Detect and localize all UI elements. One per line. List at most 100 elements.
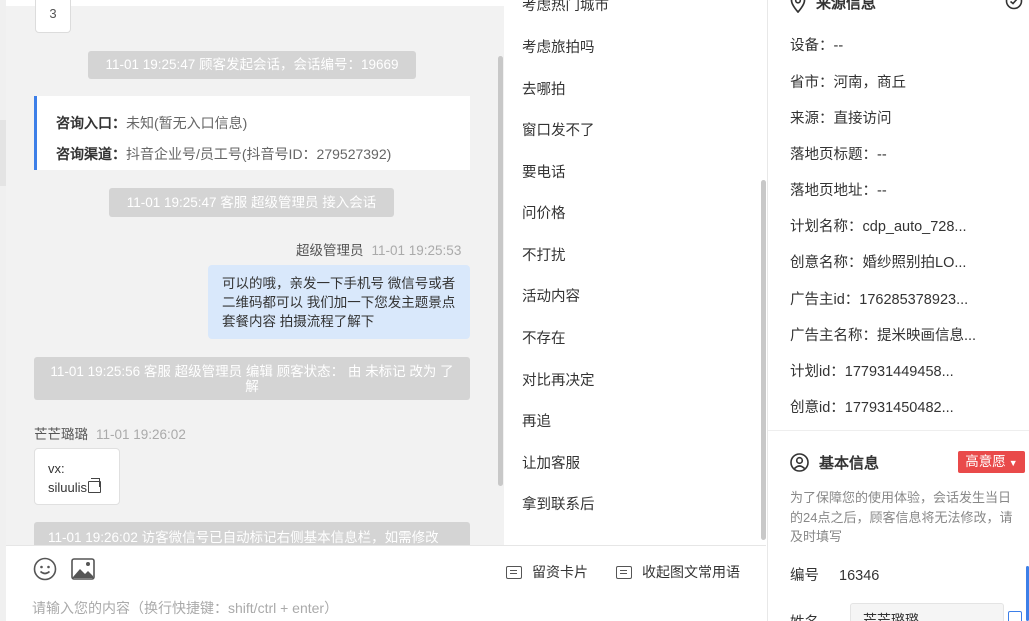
edit-deadline-notice: 为了保障您的使用体验，会话发生当日的24点之后，顾客信息将无法修改，请及时填写 (790, 490, 1013, 544)
source-row-label: 设备： (790, 38, 834, 54)
source-row-value: 提米映画信息... (877, 328, 977, 344)
customer-id-row: 编号 16346 (790, 564, 879, 585)
quick-reply-item[interactable]: 拿到联系后 (522, 493, 595, 514)
agent-sender-line: 超级管理员 11-01 19:25:53 (296, 239, 461, 259)
source-row-value: 直接访问 (833, 111, 892, 127)
unread-count-badge: 3 (35, 0, 71, 33)
customer-sender-line: 芒芒璐璐 11-01 19:26:02 (34, 423, 186, 443)
consult-channel-row: 咨询渠道：抖音企业号/员工号(抖音号ID：279527392) (56, 139, 470, 170)
source-info-title: 来源信息 (816, 0, 877, 12)
source-row-value: 婚纱照别拍LO... (862, 255, 967, 271)
source-row-label: 创意名称： (790, 255, 863, 271)
system-message: 11-01 19:25:47 客服 超级管理员 接入会话 (109, 188, 394, 217)
source-row: 落地页标题：-- (790, 143, 887, 164)
consult-channel-value: 抖音企业号/员工号(抖音号ID：279527392) (126, 146, 392, 162)
source-row: 计划id：177931449458... (790, 360, 954, 381)
source-row: 创意id：177931450482... (790, 396, 954, 417)
source-row: 省市：河南，商丘 (790, 71, 906, 92)
source-row-value: 177931450482... (844, 400, 954, 416)
agent-message-bubble: 可以的哦，亲发一下手机号 微信号或者二维码都可以 我们加一下您发主题景点 套餐内… (208, 265, 470, 339)
agent-message-time: 11-01 19:25:53 (371, 243, 462, 258)
user-icon (790, 453, 809, 472)
section-divider (768, 430, 1029, 431)
source-row-label: 创意id： (790, 400, 845, 416)
image-icon[interactable] (71, 558, 95, 583)
source-row: 设备：-- (790, 34, 843, 55)
source-row-label: 落地页地址： (790, 183, 877, 199)
source-row-value: -- (833, 38, 844, 54)
source-row-label: 省市： (790, 75, 834, 91)
copy-icon[interactable] (88, 478, 102, 493)
source-row-value: 177931449458... (844, 364, 954, 380)
quick-reply-scrollbar[interactable] (761, 180, 766, 540)
lead-card-label: 留资卡片 (532, 564, 588, 580)
message-card-icon (616, 565, 632, 579)
customer-wechat-id: siluulis (48, 480, 88, 495)
message-card-icon (506, 565, 522, 579)
quick-reply-item[interactable]: 问价格 (522, 202, 566, 223)
settings-icon[interactable] (1005, 0, 1023, 13)
consult-entry-label: 咨询入口： (56, 115, 126, 131)
source-row-label: 广告主名称： (790, 328, 877, 344)
customer-name-label: 姓名 (790, 611, 819, 621)
chat-scrollbar[interactable] (498, 56, 503, 486)
customer-message-line: siluulis (48, 478, 119, 497)
source-info-header: 来源信息 (790, 0, 876, 13)
collapse-phrases-button[interactable]: 收起图文常用语 (616, 562, 740, 582)
consult-entry-row: 咨询入口：未知(暂无入口信息) (56, 108, 470, 139)
copy-icon[interactable] (1008, 611, 1022, 621)
basic-info-title: 基本信息 (819, 455, 880, 472)
collapse-phrases-label: 收起图文常用语 (642, 564, 740, 580)
quick-reply-item[interactable]: 不打扰 (522, 244, 566, 265)
source-row-label: 来源： (790, 111, 834, 127)
source-row: 计划名称：cdp_auto_728... (790, 215, 967, 236)
system-message: 11-01 19:25:56 客服 超级管理员 编辑 顾客状态： 由 未标记 改… (34, 357, 470, 400)
source-row: 广告主id：176285378923... (790, 288, 968, 309)
quick-reply-item[interactable]: 不存在 (522, 327, 566, 348)
customer-message-time: 11-01 19:26:02 (96, 427, 186, 442)
location-pin-icon (790, 0, 806, 13)
source-row-label: 落地页标题： (790, 147, 877, 163)
chat-transcript[interactable]: 3 11-01 19:25:47 顾客发起会话，会话编号：19669 咨询入口：… (6, 0, 504, 545)
customer-info-panel: 来源信息 设备：-- 省市：河南，商丘 来源：直接访问 落地页标题：-- 落地页… (768, 0, 1029, 621)
source-row-value: cdp_auto_728... (862, 219, 967, 235)
consult-entry-value: 未知(暂无入口信息) (126, 115, 248, 131)
source-row-label: 计划id： (790, 364, 845, 380)
message-composer: 留资卡片 收起图文常用语 (6, 545, 766, 621)
quick-reply-item[interactable]: 要电话 (522, 161, 566, 182)
quick-reply-item[interactable]: 考虑热门城市 (522, 0, 609, 15)
quick-reply-item[interactable]: 考虑旅拍吗 (522, 36, 595, 57)
smiley-icon[interactable] (33, 557, 57, 584)
customer-message-line: vx: (48, 461, 65, 476)
customer-id-value: 16346 (839, 568, 880, 584)
quick-reply-item[interactable]: 活动内容 (522, 285, 580, 306)
source-row: 来源：直接访问 (790, 107, 892, 128)
lead-card-button[interactable]: 留资卡片 (506, 562, 588, 582)
caret-down-icon: ▼ (1008, 458, 1018, 468)
customer-sender-name: 芒芒璐璐 (34, 427, 88, 442)
customer-message-bubble: vx: siluulis (34, 448, 120, 505)
source-row-label: 广告主id： (790, 292, 860, 308)
message-input[interactable] (32, 600, 732, 616)
basic-info-header: 基本信息 (790, 452, 879, 473)
customer-name-field[interactable]: 芒芒璐璐 (850, 603, 1004, 621)
source-row-value: -- (877, 147, 887, 163)
agent-sender-name: 超级管理员 (296, 243, 364, 258)
intent-tag-label: 高意愿 (965, 454, 1006, 469)
quick-reply-item[interactable]: 对比再决定 (522, 369, 595, 390)
source-row: 广告主名称：提米映画信息... (790, 324, 976, 345)
source-row-value: -- (877, 183, 887, 199)
source-row-value: 176285378923... (859, 292, 969, 308)
source-row-value: 河南，商丘 (833, 75, 907, 91)
source-row-label: 计划名称： (790, 219, 863, 235)
intent-dropdown[interactable]: 高意愿 ▼ (958, 451, 1025, 473)
quick-reply-list: 考虑热门城市 考虑旅拍吗 去哪拍 窗口发不了 要电话 问价格 不打扰 活动内容 … (504, 0, 766, 545)
source-row: 创意名称：婚纱照别拍LO... (790, 251, 966, 272)
quick-reply-item[interactable]: 让加客服 (522, 452, 580, 473)
quick-reply-item[interactable]: 再追 (522, 410, 551, 431)
system-message: 11-01 19:25:47 顾客发起会话，会话编号：19669 (88, 51, 416, 79)
source-row: 落地页地址：-- (790, 179, 887, 200)
quick-reply-item[interactable]: 去哪拍 (522, 78, 566, 99)
quick-reply-item[interactable]: 窗口发不了 (522, 119, 595, 140)
consult-channel-label: 咨询渠道： (56, 146, 126, 162)
